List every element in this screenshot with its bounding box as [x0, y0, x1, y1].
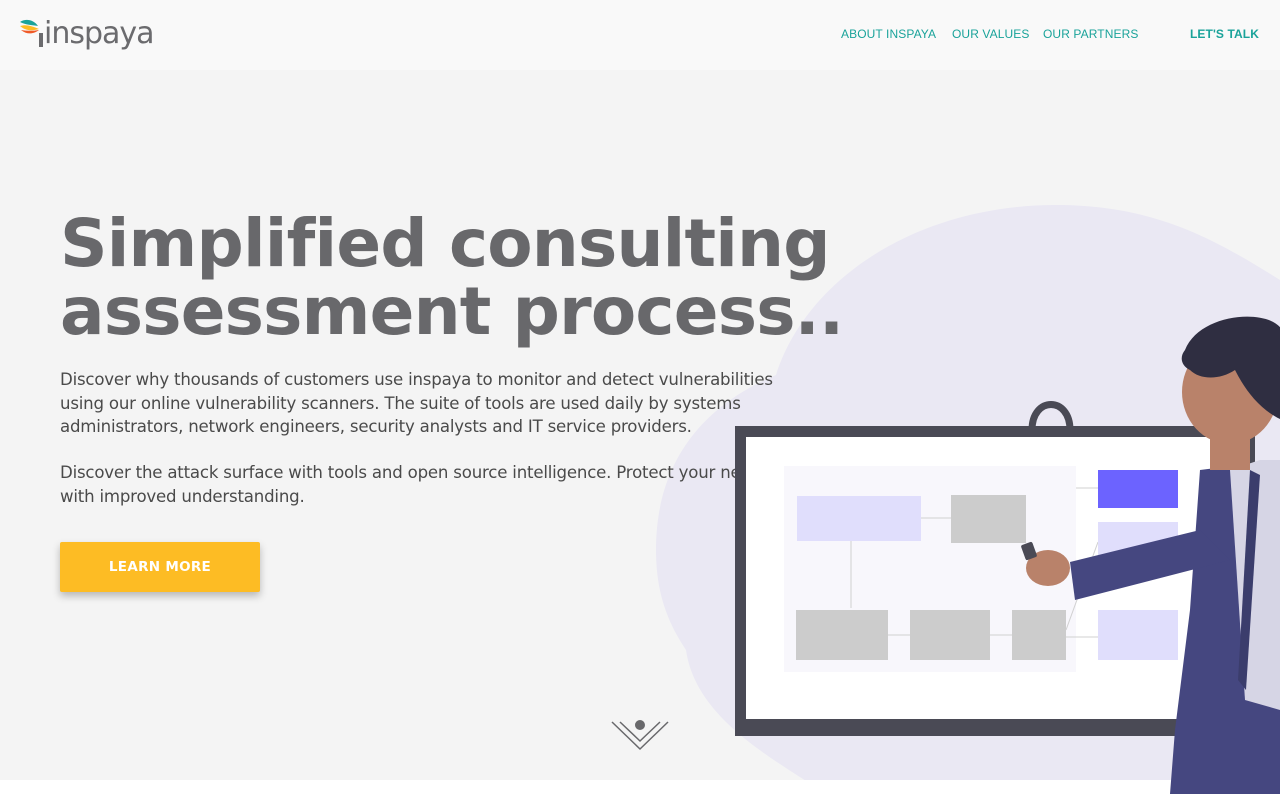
learn-more-button[interactable]: LEARN MORE [60, 542, 260, 592]
navbar: inspaya ABOUT INSPAYA OUR VALUES OUR PAR… [0, 0, 1280, 70]
hero-headline-line2: assessment process.. [60, 273, 844, 350]
hero-paragraph-2-line1: Discover the attack surface with tools a… [60, 463, 735, 482]
presenter-whiteboard-illustration [735, 316, 1280, 794]
hero-paragraph-2-line2: with improved understanding. [60, 486, 305, 506]
nav-lets-talk-link[interactable]: LET'S TALK [1190, 27, 1259, 41]
nav-link-values[interactable]: OUR VALUES [952, 27, 1029, 41]
hero-headline: Simplified consulting assessment process… [60, 205, 844, 350]
chevron-down-icon[interactable] [610, 718, 670, 752]
hero-headline-line1: Simplified consulting [60, 205, 831, 282]
nav-link-about[interactable]: ABOUT INSPAYA [841, 27, 936, 41]
main-nav: ABOUT INSPAYA OUR VALUES OUR PARTNERS LE… [0, 27, 1280, 47]
hero-paragraph-2: Discover the attack surface with tools a… [60, 461, 735, 508]
hero-paragraph-1: Discover why thousands of customers use … [60, 370, 773, 436]
nav-link-partners[interactable]: OUR PARTNERS [1043, 27, 1138, 41]
